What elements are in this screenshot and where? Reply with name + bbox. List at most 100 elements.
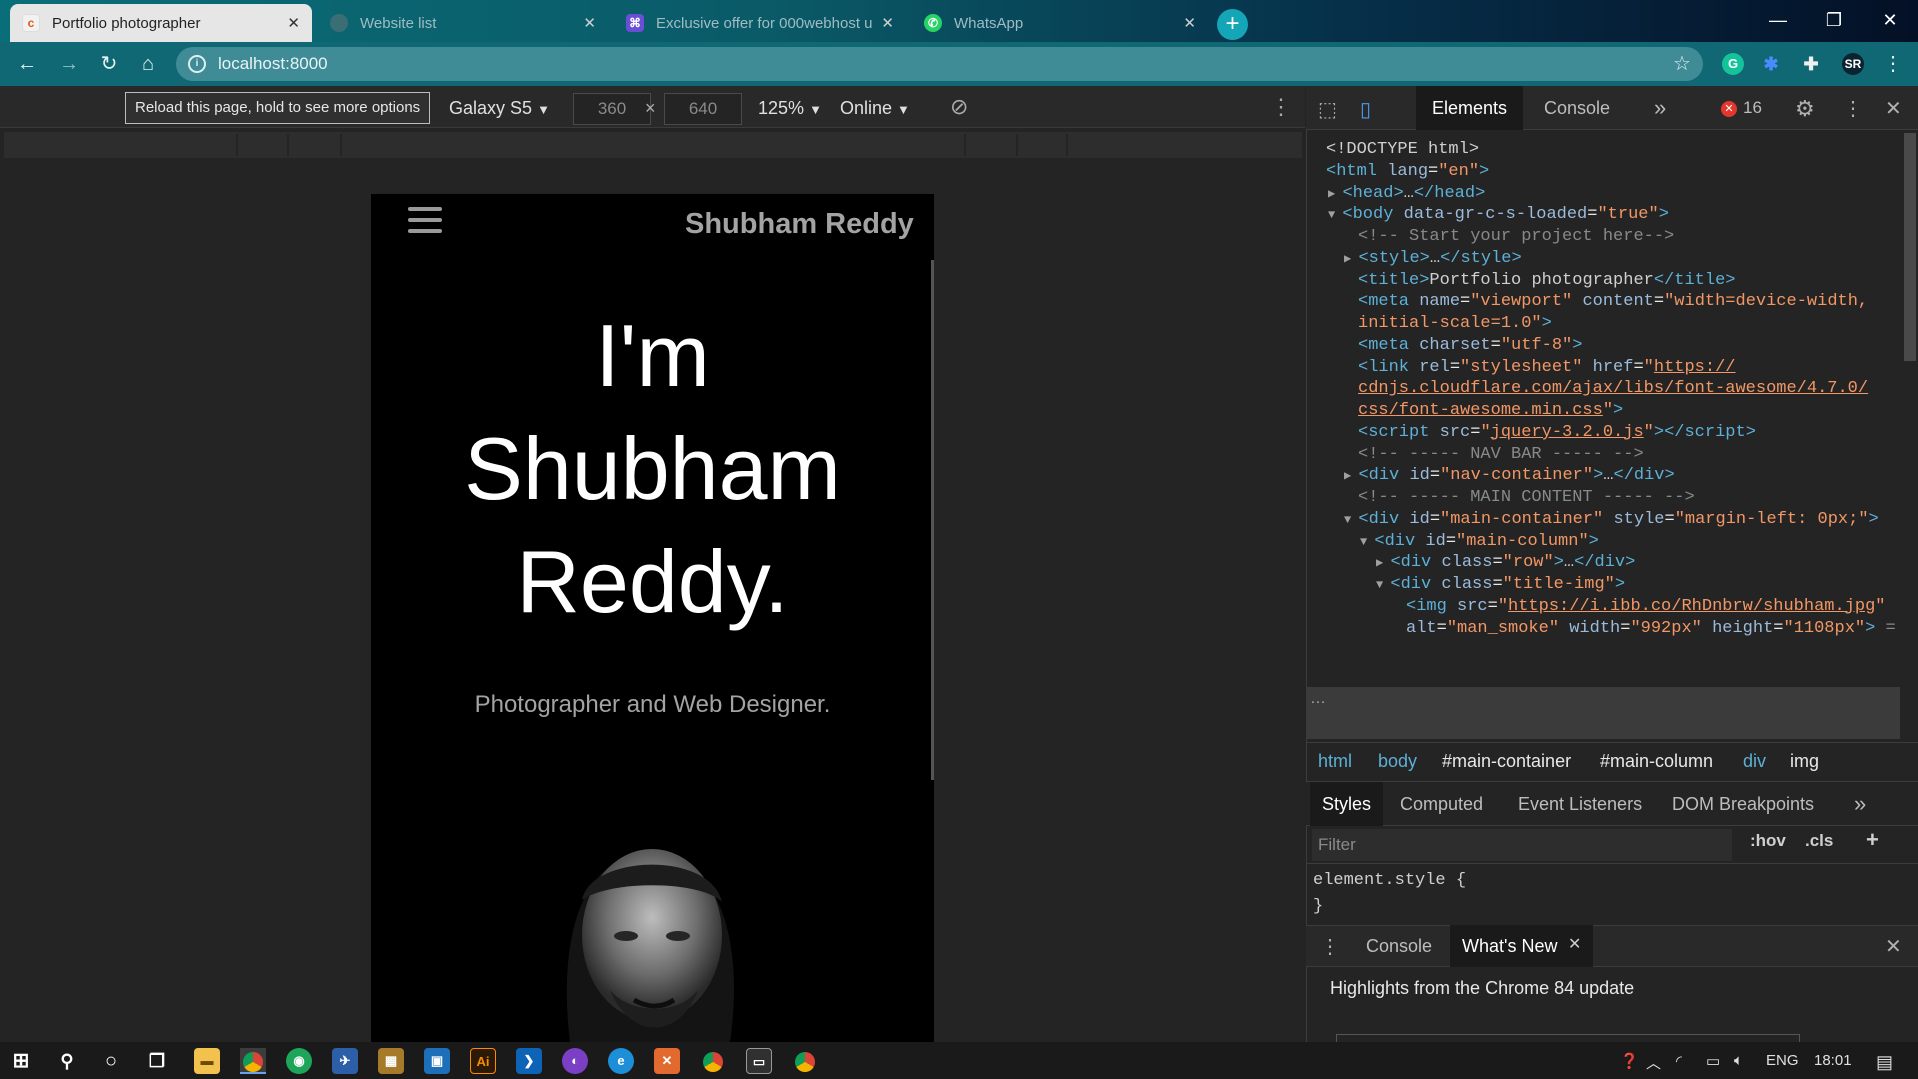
search-icon[interactable]: ⚲ <box>54 1048 80 1074</box>
language-indicator[interactable]: ENG <box>1766 1052 1799 1069</box>
device-select[interactable]: Galaxy S5 ▼ <box>449 98 550 119</box>
tab-styles[interactable]: Styles <box>1310 782 1384 826</box>
dom-line[interactable]: alt="man_smoke" width="992px" height="11… <box>1406 616 1896 643</box>
error-count-badge[interactable]: ✕ 16 <box>1721 98 1762 118</box>
app-icon[interactable]: ◉ <box>286 1048 312 1074</box>
expand-triangle-icon[interactable]: ▼ <box>1344 513 1358 527</box>
vscode-icon[interactable]: ❯ <box>516 1048 542 1074</box>
drawer-menu-icon[interactable]: ⋮ <box>1320 934 1340 959</box>
cls-toggle[interactable]: .cls <box>1805 831 1833 851</box>
settings-gear-icon[interactable]: ⚙ <box>1795 96 1815 122</box>
notifications-icon[interactable]: ▤ <box>1876 1052 1893 1073</box>
restore-button[interactable]: ❐ <box>1806 0 1862 40</box>
width-input[interactable]: 360 <box>573 93 651 125</box>
wifi-icon[interactable]: ◜ <box>1676 1052 1682 1070</box>
terminal-icon[interactable]: ▭ <box>746 1048 772 1074</box>
expand-triangle-icon[interactable]: ▼ <box>1376 578 1390 592</box>
close-tab-icon[interactable]: ✕ <box>583 14 596 32</box>
clock[interactable]: 18:01 <box>1814 1052 1852 1069</box>
close-drawer-icon[interactable]: ✕ <box>1885 934 1902 959</box>
device-toggle-icon[interactable]: ▯ <box>1360 97 1371 122</box>
styles-filter-input[interactable]: Filter <box>1312 829 1732 861</box>
close-tab-icon[interactable]: ✕ <box>287 14 300 32</box>
app-icon[interactable]: ▦ <box>378 1048 404 1074</box>
browser-menu-icon[interactable]: ⋮ <box>1880 51 1906 77</box>
tab-console[interactable]: Console <box>1528 86 1626 130</box>
close-window-button[interactable]: ✕ <box>1862 0 1918 40</box>
minimize-button[interactable]: — <box>1750 0 1806 40</box>
dom-tree[interactable]: <!DOCTYPE html> <html lang="en"> ▶ <head>…… <box>1306 133 1904 737</box>
bookmark-star-icon[interactable]: ☆ <box>1673 51 1691 76</box>
tab-whatsapp[interactable]: ✆ WhatsApp ✕ <box>912 4 1208 42</box>
hamburger-menu-icon[interactable] <box>408 207 442 233</box>
new-tab-button[interactable]: + <box>1217 9 1248 40</box>
extension-icon[interactable]: ✱ <box>1760 53 1782 75</box>
chrome-icon[interactable] <box>792 1048 818 1074</box>
tab-elements[interactable]: Elements <box>1416 86 1524 130</box>
device-more-icon[interactable]: ⋮ <box>1270 94 1292 120</box>
tab-000webhost[interactable]: ⌘ Exclusive offer for 000webhost u ✕ <box>614 4 906 42</box>
close-devtools-icon[interactable]: ✕ <box>1885 96 1902 121</box>
hov-toggle[interactable]: :hov <box>1750 831 1786 851</box>
app-icon[interactable]: ✈ <box>332 1048 358 1074</box>
windows-start-icon[interactable]: ⊞ <box>8 1048 34 1074</box>
chrome-icon[interactable] <box>700 1048 726 1074</box>
grammarly-extension-icon[interactable]: G <box>1722 53 1744 75</box>
breadcrumb-main-column[interactable]: #main-column <box>1600 751 1713 772</box>
reload-icon[interactable]: ↻ <box>96 51 122 77</box>
close-tab-icon[interactable]: ✕ <box>881 14 894 32</box>
breadcrumb-div[interactable]: div <box>1743 751 1766 772</box>
more-tabs-icon[interactable]: » <box>1638 86 1682 130</box>
url-text[interactable]: localhost:8000 <box>218 54 328 74</box>
tab-portfolio[interactable]: c Portfolio photographer ✕ <box>10 4 312 42</box>
drawer-tab-console[interactable]: Console <box>1354 925 1444 967</box>
task-view-icon[interactable]: ❐ <box>144 1048 170 1074</box>
xampp-icon[interactable]: ✕ <box>654 1048 680 1074</box>
close-tab-icon[interactable]: ✕ <box>1183 14 1196 32</box>
media-query-ruler[interactable] <box>4 132 1302 158</box>
tab-website-list[interactable]: Website list ✕ <box>318 4 608 42</box>
app-icon[interactable]: ◐ <box>562 1048 588 1074</box>
network-select[interactable]: Online ▼ <box>840 98 910 119</box>
collapse-triangle-icon[interactable]: ▶ <box>1376 556 1390 570</box>
profile-avatar[interactable]: SR <box>1842 53 1864 75</box>
height-input[interactable]: 640 <box>664 93 742 125</box>
zoom-select[interactable]: 125% ▼ <box>758 98 822 119</box>
home-icon[interactable]: ⌂ <box>135 51 161 77</box>
back-arrow-icon[interactable]: ← <box>14 51 40 77</box>
chevron-up-icon[interactable]: ︿ <box>1646 1052 1661 1073</box>
chrome-icon[interactable] <box>240 1048 266 1074</box>
address-bar[interactable] <box>176 47 1703 81</box>
close-whats-new-icon[interactable]: ✕ <box>1568 934 1581 954</box>
collapse-triangle-icon[interactable]: ▶ <box>1344 469 1358 483</box>
tab-dom-breakpoints[interactable]: DOM Breakpoints <box>1660 782 1826 826</box>
breadcrumb-main-container[interactable]: #main-container <box>1442 751 1571 772</box>
file-explorer-icon[interactable]: ▬ <box>194 1048 220 1074</box>
site-info-icon[interactable]: i <box>188 55 206 73</box>
illustrator-icon[interactable]: Ai <box>470 1048 496 1074</box>
inspect-element-icon[interactable]: ⬚ <box>1318 97 1337 122</box>
expand-triangle-icon[interactable]: ▼ <box>1360 535 1374 549</box>
collapse-triangle-icon[interactable]: ▶ <box>1328 187 1342 201</box>
help-tray-icon[interactable]: ❓ <box>1620 1052 1639 1070</box>
expand-triangle-icon[interactable]: ▼ <box>1328 208 1342 222</box>
store-icon[interactable]: ▣ <box>424 1048 450 1074</box>
site-brand[interactable]: Shubham Reddy <box>685 208 914 241</box>
tab-computed[interactable]: Computed <box>1388 782 1495 826</box>
breadcrumb-body[interactable]: body <box>1378 751 1417 772</box>
edge-icon[interactable]: e <box>608 1048 634 1074</box>
puzzle-extensions-icon[interactable]: ✚ <box>1800 53 1822 75</box>
tab-event-listeners[interactable]: Event Listeners <box>1506 782 1654 826</box>
element-style-rule[interactable]: element.style { } <box>1313 868 1466 920</box>
breadcrumb-img[interactable]: img <box>1790 751 1819 772</box>
breadcrumb-html[interactable]: html <box>1318 751 1352 772</box>
collapse-triangle-icon[interactable]: ▶ <box>1344 252 1358 266</box>
rotate-icon[interactable]: ⊘ <box>950 94 968 120</box>
volume-icon[interactable]: 🔈︎ <box>1734 1052 1743 1069</box>
cortana-icon[interactable]: ○ <box>98 1048 124 1074</box>
forward-arrow-icon[interactable]: → <box>56 51 82 77</box>
dom-scrollbar[interactable] <box>1904 133 1916 361</box>
devtools-menu-icon[interactable]: ⋮ <box>1843 96 1863 121</box>
more-style-tabs-icon[interactable]: » <box>1842 782 1878 826</box>
add-style-rule-icon[interactable]: + <box>1866 827 1879 853</box>
